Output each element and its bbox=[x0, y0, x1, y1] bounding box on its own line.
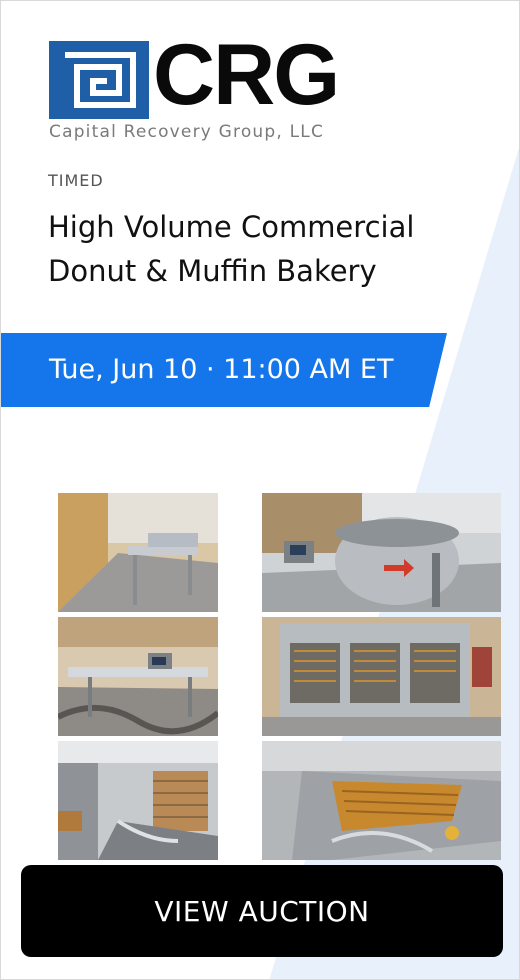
logo-company-name: Capital Recovery Group, LLC bbox=[49, 122, 325, 142]
company-logo: CRG Capital Recovery Group, LLC bbox=[49, 27, 349, 143]
logo-wordmark: CRG bbox=[153, 27, 340, 123]
crg-logo-mark-icon bbox=[49, 41, 149, 119]
photo-donut-glazer-conveyor[interactable] bbox=[262, 741, 501, 860]
photo-donut-fryer-line[interactable] bbox=[58, 741, 218, 860]
photo-bakery-production-line[interactable] bbox=[58, 493, 218, 612]
photo-dough-mixer[interactable] bbox=[262, 493, 501, 612]
auction-date-time: Tue, Jun 10 · 11:00 AM ET bbox=[49, 354, 394, 385]
photo-dough-sheeter[interactable] bbox=[58, 617, 218, 736]
view-auction-button[interactable]: VIEW AUCTION bbox=[21, 865, 503, 957]
photo-proofer-cabinets[interactable] bbox=[262, 617, 501, 736]
auction-card: CRG Capital Recovery Group, LLC TIMED Hi… bbox=[0, 0, 520, 980]
auction-title: High Volume Commercial Donut & Muffin Ba… bbox=[48, 210, 415, 288]
auction-date-banner: Tue, Jun 10 · 11:00 AM ET bbox=[1, 333, 447, 407]
auction-type-label: TIMED bbox=[48, 171, 104, 190]
